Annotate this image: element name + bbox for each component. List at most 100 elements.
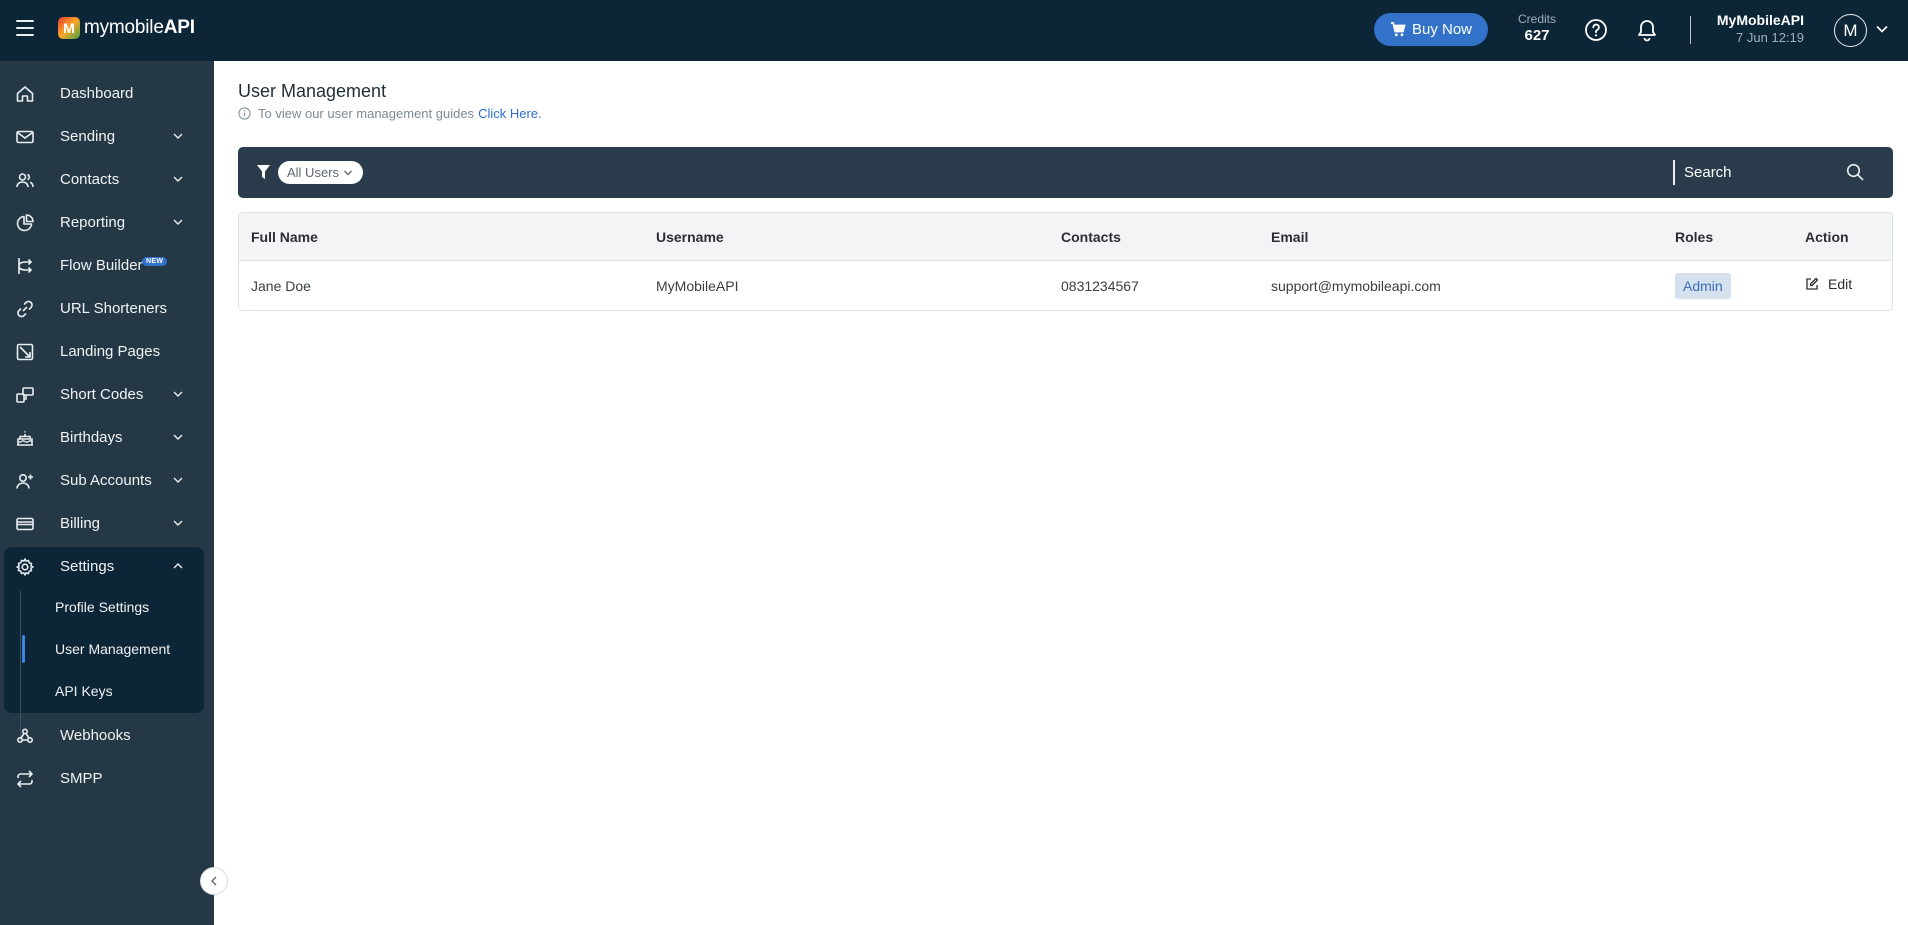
credit-card-icon	[16, 517, 34, 531]
sidebar-item-contacts[interactable]: Contacts	[0, 158, 214, 201]
column-header-contacts[interactable]: Contacts	[1061, 229, 1121, 245]
sidebar-item-label: Landing Pages	[60, 343, 161, 360]
buy-now-button[interactable]: Buy Now	[1374, 13, 1488, 46]
sidebar-item-label: Sending	[60, 128, 116, 145]
sidebar-item-birthdays[interactable]: Birthdays	[0, 416, 214, 459]
users-icon	[16, 173, 34, 188]
sidebar-item-flow-builder[interactable]: Flow Builder NEW	[0, 244, 214, 287]
sidebar-item-label: Settings	[60, 558, 115, 575]
column-header-full-name[interactable]: Full Name	[251, 229, 318, 245]
mail-icon	[16, 130, 34, 144]
logo-text-bold: API	[163, 17, 195, 38]
sidebar-subitem-api-keys[interactable]: API Keys	[4, 673, 204, 709]
account-info[interactable]: MyMobileAPI 7 Jun 12:19	[1700, 12, 1804, 45]
sidebar-item-dashboard[interactable]: Dashboard	[0, 72, 214, 115]
table-row: Jane Doe MyMobileAPI 0831234567 support@…	[239, 261, 1892, 310]
role-badge: Admin	[1675, 273, 1731, 299]
sidebar-item-webhooks[interactable]: Webhooks	[0, 714, 214, 757]
guide-text: To view our user management guides	[258, 106, 475, 121]
sidebar-item-label: Contacts	[60, 171, 120, 188]
credits-display: Credits 627	[1508, 12, 1566, 44]
search-divider	[1673, 160, 1675, 185]
all-users-label: All Users	[287, 165, 340, 180]
sidebar-item-label: Reporting	[60, 214, 126, 231]
chevron-down-icon	[173, 391, 183, 397]
column-header-username[interactable]: Username	[656, 229, 724, 245]
top-bar: M mymobileAPI Buy Now Credits 627 MyMobi…	[0, 0, 1908, 61]
sidebar-item-landing-pages[interactable]: Landing Pages	[0, 330, 214, 373]
credits-label: Credits	[1517, 12, 1556, 26]
logo-mark: M	[58, 17, 80, 39]
sidebar-item-reporting[interactable]: Reporting	[0, 201, 214, 244]
header-divider	[1690, 16, 1691, 44]
cart-icon	[1390, 22, 1406, 37]
sidebar-item-label: Flow Builder	[60, 257, 143, 274]
new-badge: NEW	[142, 257, 168, 266]
logo[interactable]: M mymobileAPI	[58, 17, 195, 39]
bell-icon[interactable]	[1636, 18, 1658, 42]
chevron-down-icon	[173, 133, 183, 139]
sidebar-item-short-codes[interactable]: Short Codes	[0, 373, 214, 416]
chevron-down-icon	[173, 176, 183, 182]
link-icon	[17, 300, 33, 318]
chevron-down-icon	[173, 219, 183, 225]
cell-username: MyMobileAPI	[656, 278, 739, 294]
landing-page-icon	[16, 343, 34, 361]
chevron-down-icon	[173, 520, 183, 526]
logo-text: mymobileAPI	[84, 17, 195, 39]
credits-value: 627	[1524, 27, 1550, 44]
guide-hint: To view our user management guides Click…	[238, 106, 542, 121]
users-table: Full Name Username Contacts Email Roles …	[238, 212, 1893, 311]
sidebar-item-smpp[interactable]: SMPP	[0, 757, 214, 800]
edit-button[interactable]: Edit	[1805, 276, 1852, 292]
sidebar-item-url-shorteners[interactable]: URL Shorteners	[0, 287, 214, 330]
sidebar-item-sending[interactable]: Sending	[0, 115, 214, 158]
account-date: 7 Jun 12:19	[1736, 30, 1804, 45]
cell-contacts: 0831234567	[1061, 278, 1139, 294]
help-icon[interactable]	[1584, 18, 1608, 42]
all-users-dropdown[interactable]: All Users	[278, 161, 364, 184]
chevron-down-icon	[173, 477, 183, 483]
sidebar-item-label: Short Codes	[60, 386, 144, 403]
webhook-icon	[16, 728, 34, 744]
cake-icon	[17, 430, 33, 446]
sidebar-subitem-user-management[interactable]: User Management	[4, 631, 204, 667]
sidebar-subitem-label: API Keys	[55, 683, 113, 699]
cell-full-name: Jane Doe	[251, 278, 311, 294]
sidebar-collapse-button[interactable]	[200, 867, 228, 895]
gear-icon	[16, 558, 34, 576]
sidebar-subitem-label: User Management	[55, 641, 171, 657]
menu-icon[interactable]	[16, 20, 36, 40]
sidebar-item-label: Sub Accounts	[60, 472, 152, 489]
guide-link[interactable]: Click Here.	[478, 106, 542, 121]
cell-email: support@mymobileapi.com	[1271, 278, 1441, 294]
column-header-roles: Roles	[1675, 229, 1714, 245]
filter-bar: All Users	[238, 147, 1893, 198]
sidebar-subitem-label: Profile Settings	[55, 599, 150, 615]
short-codes-icon	[16, 387, 34, 403]
sidebar-item-settings[interactable]: Settings	[0, 545, 214, 588]
sidebar-item-label: Birthdays	[60, 429, 123, 446]
sidebar-item-sub-accounts[interactable]: Sub Accounts	[0, 459, 214, 502]
repeat-icon	[17, 770, 33, 788]
home-icon	[16, 86, 34, 102]
filter-icon[interactable]	[257, 165, 270, 179]
avatar[interactable]: M	[1834, 14, 1867, 47]
chevron-down-icon[interactable]	[1875, 22, 1889, 36]
sidebar-item-label: Billing	[60, 515, 101, 532]
page-title: User Management	[238, 81, 387, 101]
sidebar-item-label: Webhooks	[60, 727, 131, 744]
chevron-down-icon	[173, 434, 183, 440]
chevron-left-icon	[211, 876, 217, 886]
flow-icon	[18, 258, 33, 274]
search-icon[interactable]	[1846, 163, 1864, 181]
sidebar-item-billing[interactable]: Billing	[0, 502, 214, 545]
logo-text-light: mymobile	[84, 17, 164, 38]
user-plus-icon	[16, 473, 33, 489]
column-header-email[interactable]: Email	[1271, 229, 1308, 245]
info-icon	[238, 107, 251, 120]
sidebar-subitem-profile-settings[interactable]: Profile Settings	[4, 589, 204, 625]
pie-chart-icon	[16, 214, 34, 232]
table-header: Full Name Username Contacts Email Roles …	[239, 213, 1892, 261]
edit-icon	[1806, 277, 1819, 290]
